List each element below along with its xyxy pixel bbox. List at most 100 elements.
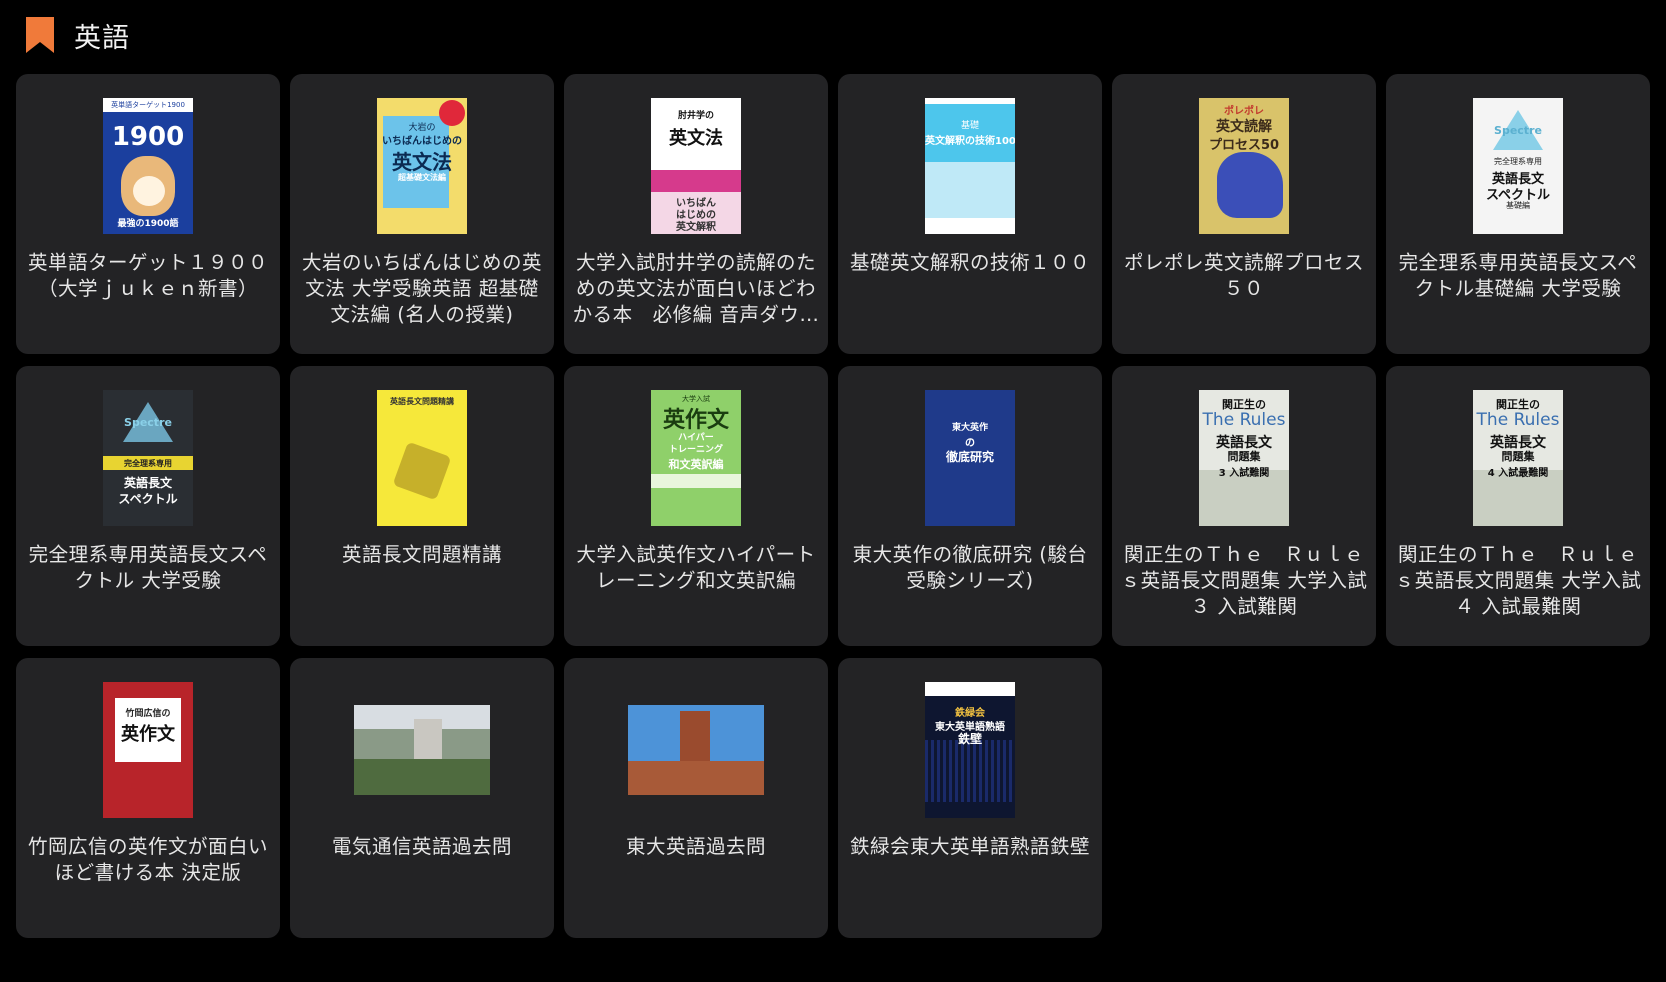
cover-text: The Rules: [1476, 410, 1560, 430]
book-title: 大学入試英作文ハイパートレーニング和文英訳編: [576, 543, 816, 592]
cover-text: 東大英作: [951, 423, 988, 433]
cover-text: 英作文: [121, 724, 175, 745]
cover-text: いちばんはじめの: [382, 136, 462, 147]
book-cover-wrap: ポレポレ 英文読解 プロセス50: [1112, 98, 1376, 234]
cover-text: 基礎編: [1506, 201, 1530, 210]
section-title: 英語: [74, 22, 130, 54]
cover-text: 鉄緑会: [955, 708, 985, 719]
book-title: 英語長文問題精講: [341, 543, 502, 566]
cover-text: 完全理系専用: [1494, 157, 1542, 166]
book-card[interactable]: 鉄緑会 東大英単語熟語 鉄壁 鉄緑会東大英単語熟語鉄壁: [838, 658, 1102, 938]
book-card[interactable]: 基礎英文解釈の技術100 基礎英文解釈の技術１００: [838, 74, 1102, 354]
book-card[interactable]: 大学入試 英作文 ハイパー トレーニング 和文英訳編大学入試英作文ハイパートレーニング和…: [564, 366, 828, 646]
cover-text: ポレポレ: [1224, 106, 1264, 117]
book-title: 関正生のＴｈｅ Ｒｕｌｅｓ英語長文問題集 大学入試 ３ 入試難関: [1120, 543, 1368, 618]
cover-text: 3 入試難関: [1218, 468, 1270, 479]
cover-text: 問題集: [1501, 450, 1535, 463]
cover-text: Spectre: [1494, 124, 1542, 137]
book-cover-wrap: Spectre 完全理系専用英語長文スペクトル: [16, 390, 280, 526]
book-cover-image: 関正生の The Rules 英語長文 問題集 4 入試最難関: [1473, 390, 1563, 526]
cover-text: 和文英訳編: [668, 458, 724, 471]
cover-text: Spectre: [124, 416, 172, 429]
cover-text: 超基礎文法編: [398, 173, 446, 182]
book-cover-wrap: 英語長文問題精講: [290, 390, 554, 526]
cover-text: The Rules: [1202, 410, 1286, 430]
book-title: 竹岡広信の英作文が面白いほど書ける本 決定版: [27, 835, 268, 884]
cover-text: 英文読解: [1216, 119, 1272, 135]
book-cover-image: 竹岡広信の 英作文: [103, 682, 193, 818]
book-cover-image: 基礎英文解釈の技術100: [925, 98, 1015, 234]
book-cover-image: 英語長文問題精講: [377, 390, 467, 526]
book-cover-wrap: 竹岡広信の 英作文: [16, 682, 280, 818]
cover-text: 英語長文問題精講: [390, 397, 454, 406]
cover-text: の: [965, 438, 975, 449]
book-card[interactable]: Spectre 完全理系専用 英語長文 スペクトル 基礎編 完全理系専用英語長文スペクトル…: [1386, 74, 1650, 354]
book-title: 基礎英文解釈の技術１００: [849, 251, 1090, 274]
book-card[interactable]: ポレポレ 英文読解 プロセス50 ポレポレ英文読解プロセス５０: [1112, 74, 1376, 354]
cover-text: 英単語ターゲット1900: [111, 101, 185, 109]
book-cover-image: 東大英作の徹底研究: [925, 390, 1015, 526]
cover-text: 基礎: [960, 121, 979, 131]
book-cover-wrap: 関正生の The Rules 英語長文 問題集 3 入試難関: [1112, 390, 1376, 526]
cover-text: 英文法: [669, 128, 723, 149]
book-title: 東大英語過去問: [625, 835, 766, 858]
book-card[interactable]: 肘井学の 英文法 いちばん はじめの 英文解釈大学入試肘井学の読解のための英文法が面白い…: [564, 74, 828, 354]
cover-text: 4 入試最難関: [1487, 468, 1549, 479]
cover-text: 英文法: [392, 150, 452, 174]
book-cover-wrap: 英単語ターゲット1900 1900 最強の1900語: [16, 98, 280, 234]
book-cover-image: 鉄緑会 東大英単語熟語 鉄壁: [925, 682, 1015, 818]
book-title: 鉄緑会東大英単語熟語鉄壁: [849, 835, 1090, 858]
cover-text: 完全理系専用: [124, 459, 172, 468]
book-title: 大学入試肘井学の読解のための英文法が面白いほどわかる本 必修編 音声ダウンロード…: [572, 251, 820, 326]
cover-text: スペクトル: [118, 492, 178, 506]
book-cover-image: [628, 705, 764, 795]
book-cover-image: 肘井学の 英文法 いちばん はじめの 英文解釈: [651, 98, 741, 234]
cover-text: 英文解釈: [676, 222, 716, 233]
cover-text: 英文解釈の技術100: [925, 136, 1015, 147]
book-title: 完全理系専用英語長文スペクトル基礎編 大学受験: [1398, 251, 1638, 300]
book-title: 完全理系専用英語長文スペクトル 大学受験: [28, 543, 268, 592]
book-cover-wrap: 大岩の いちばんはじめの 英文法 超基礎文法編: [290, 98, 554, 234]
cover-text: 1900: [111, 122, 185, 152]
book-card[interactable]: 英単語ターゲット1900 1900 最強の1900語英単語ターゲット１９００（大学ｊ…: [16, 74, 280, 354]
cover-text: 最強の1900語: [117, 219, 179, 229]
book-card[interactable]: 東大英語過去問: [564, 658, 828, 938]
book-cover-image: 大岩の いちばんはじめの 英文法 超基礎文法編: [377, 98, 467, 234]
cover-text: 英語長文: [123, 476, 172, 490]
book-cover-image: 大学入試 英作文 ハイパー トレーニング 和文英訳編: [651, 390, 741, 526]
book-card[interactable]: 英語長文問題精講 英語長文問題精講: [290, 366, 554, 646]
book-title: 関正生のＴｈｅ Ｒｕｌｅｓ英語長文問題集 大学入試 ４ 入試最難関: [1394, 543, 1642, 618]
book-card[interactable]: 東大英作の徹底研究東大英作の徹底研究 (駿台受験シリーズ): [838, 366, 1102, 646]
book-cover-image: 英単語ターゲット1900 1900 最強の1900語: [103, 98, 193, 234]
book-title: 電気通信英語過去問: [331, 835, 512, 858]
book-cover-wrap: [564, 682, 828, 818]
cover-text: 竹岡広信の: [125, 709, 171, 719]
book-cover-wrap: 関正生の The Rules 英語長文 問題集 4 入試最難関: [1386, 390, 1650, 526]
book-title: 東大英作の徹底研究 (駿台受験シリーズ): [852, 543, 1088, 592]
book-cover-wrap: 鉄緑会 東大英単語熟語 鉄壁: [838, 682, 1102, 818]
book-cover-wrap: 東大英作の徹底研究: [838, 390, 1102, 526]
book-card[interactable]: 竹岡広信の英作文竹岡広信の英作文が面白いほど書ける本 決定版: [16, 658, 280, 938]
book-card[interactable]: 関正生の The Rules 英語長文 問題集 4 入試最難関 関正生のＴｈｅ Ｒｕｌｅｓ…: [1386, 366, 1650, 646]
cover-text: 徹底研究: [945, 450, 994, 464]
book-cover-image: [354, 705, 490, 795]
book-cover-image: ポレポレ 英文読解 プロセス50: [1199, 98, 1289, 234]
book-card[interactable]: Spectre 完全理系専用英語長文スペクトル完全理系専用英語長文スペクトル 大学…: [16, 366, 280, 646]
book-cover-wrap: 大学入試 英作文 ハイパー トレーニング 和文英訳編: [564, 390, 828, 526]
section-header: 英語: [26, 14, 130, 56]
book-card[interactable]: 大岩の いちばんはじめの 英文法 超基礎文法編 大岩のいちばんはじめの英文法 大学受験英…: [290, 74, 554, 354]
book-title: 大岩のいちばんはじめの英文法 大学受験英語 超基礎文法編 (名人の授業): [301, 251, 542, 326]
cover-text: 鉄壁: [957, 732, 982, 746]
book-cover-wrap: 肘井学の 英文法 いちばん はじめの 英文解釈: [564, 98, 828, 234]
book-cover-wrap: 基礎英文解釈の技術100: [838, 98, 1102, 234]
book-cover-wrap: [290, 682, 554, 818]
book-cover-image: Spectre 完全理系専用 英語長文 スペクトル 基礎編: [1473, 98, 1563, 234]
book-cover-image: 関正生の The Rules 英語長文 問題集 3 入試難関: [1199, 390, 1289, 526]
english-section: 英語 英単語ターゲット1900 1900 最強の1900語英単語ターゲット１９００（…: [0, 0, 1666, 982]
book-cover-wrap: Spectre 完全理系専用 英語長文 スペクトル 基礎編: [1386, 98, 1650, 234]
book-cover-image: Spectre 完全理系専用英語長文スペクトル: [103, 390, 193, 526]
book-card[interactable]: 電気通信英語過去問: [290, 658, 554, 938]
book-title: ポレポレ英文読解プロセス５０: [1123, 251, 1364, 300]
book-title: 英単語ターゲット１９００（大学ｊｕｋｅｎ新書）: [27, 251, 268, 300]
book-card[interactable]: 関正生の The Rules 英語長文 問題集 3 入試難関関正生のＴｈｅ Ｒｕｌｅｓ英…: [1112, 366, 1376, 646]
